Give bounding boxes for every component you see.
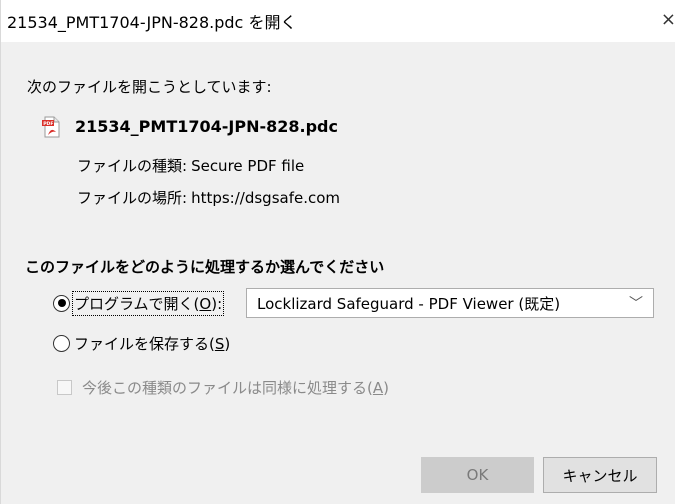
- open-with-radio-indicator[interactable]: [53, 294, 70, 312]
- svg-text:PDF: PDF: [43, 121, 53, 127]
- program-select[interactable]: Locklizard Safeguard - PDF Viewer (既定) ﹀: [246, 288, 654, 318]
- file-name: 21534_PMT1704-JPN-828.pdc: [75, 117, 338, 136]
- dialog-title: 21534_PMT1704-JPN-828.pdc を開く: [7, 13, 297, 32]
- cancel-button[interactable]: キャンセル: [543, 457, 657, 493]
- save-file-radio[interactable]: ファイルを保存する(S): [53, 330, 230, 356]
- intro-text: 次のファイルを開こうとしています:: [27, 78, 272, 96]
- file-type-row: ファイルの種類: Secure PDF file: [77, 155, 304, 176]
- program-select-value: Locklizard Safeguard - PDF Viewer (既定): [257, 294, 561, 313]
- ok-button[interactable]: OK: [421, 457, 534, 493]
- save-file-label: ファイルを保存する(S): [74, 334, 231, 353]
- close-button[interactable]: ×: [658, 0, 675, 42]
- radio-selected-dot: [57, 299, 66, 307]
- file-type-value: Secure PDF file: [191, 157, 305, 175]
- open-with-radio[interactable]: プログラムで開く(O):: [53, 290, 225, 316]
- open-with-label: プログラムで開く(O):: [71, 290, 225, 316]
- remember-choice-label: 今後この種類のファイルは同様に処理する(A): [82, 379, 389, 397]
- title-bar: 21534_PMT1704-JPN-828.pdc を開く ×: [1, 0, 675, 42]
- open-file-dialog: 21534_PMT1704-JPN-828.pdc を開く × 次のファイルを開…: [0, 0, 675, 504]
- file-location-row: ファイルの場所: https://dsgsafe.com: [77, 187, 340, 208]
- save-file-radio-indicator[interactable]: [53, 334, 70, 352]
- file-location-value: https://dsgsafe.com: [191, 189, 341, 207]
- file-location-label: ファイルの場所:: [77, 189, 188, 207]
- remember-choice-row: 今後この種類のファイルは同様に処理する(A): [57, 377, 389, 398]
- pdf-file-icon: PDF: [42, 116, 60, 138]
- close-icon: ×: [660, 9, 675, 30]
- action-heading: このファイルをどのように処理するか選んでください: [25, 258, 385, 276]
- chevron-down-icon: ﹀: [629, 296, 643, 312]
- file-type-label: ファイルの種類:: [77, 157, 188, 175]
- remember-choice-checkbox[interactable]: [57, 380, 72, 395]
